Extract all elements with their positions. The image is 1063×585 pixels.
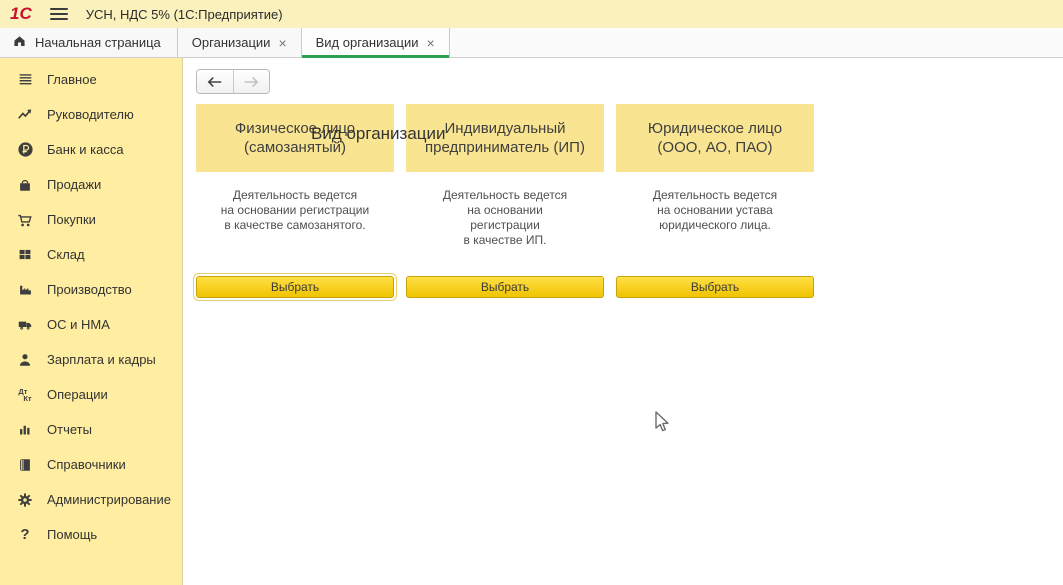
bar-chart-icon [14,421,36,439]
gear-icon [14,491,36,509]
sidebar-item-bank[interactable]: Банк и касса [0,132,182,167]
card-legal-entity: Юридическое лицо (ООО, АО, ПАО) Деятельн… [616,104,814,298]
sidebar-item-label: Банк и касса [47,142,124,157]
history-nav [196,69,270,94]
card-description: Деятельность ведется на основании устава… [616,172,814,276]
trend-chart-icon [14,106,36,124]
question-mark-icon: ? [14,526,36,544]
sidebar-item-production[interactable]: Производство [0,272,182,307]
sidebar-item-sales[interactable]: Продажи [0,167,182,202]
debit-credit-icon: ДтКт [14,386,36,404]
tab-organization-type[interactable]: Вид организации × [302,28,450,57]
tab-label: Вид организации [316,35,419,50]
sidebar-item-administration[interactable]: Администрирование [0,482,182,517]
person-icon [14,351,36,369]
select-button[interactable]: Выбрать [616,276,814,298]
page-title: Вид организации [311,124,446,144]
sidebar-item-label: Справочники [47,457,126,472]
tab-label: Начальная страница [35,35,161,50]
ruble-circle-icon [14,141,36,159]
sidebar-item-label: Склад [47,247,85,262]
sidebar-item-label: Операции [47,387,108,402]
1c-logo: 1С [10,4,32,24]
sidebar-item-fixed-assets[interactable]: ОС и НМА [0,307,182,342]
sidebar-item-warehouse[interactable]: Склад [0,237,182,272]
sidebar-item-label: Покупки [47,212,96,227]
main-content: Вид организации Физическое лицо (самозан… [184,59,1063,585]
card-description: Деятельность ведется на основании регист… [406,172,604,276]
app-titlebar: 1С УСН, НДС 5% (1С:Предприятие) [0,0,1063,28]
sidebar-item-help[interactable]: ? Помощь [0,517,182,552]
close-icon[interactable]: × [427,36,435,50]
sidebar-item-label: Зарплата и кадры [47,352,156,367]
sidebar-item-reports[interactable]: Отчеты [0,412,182,447]
factory-icon [14,281,36,299]
select-button[interactable]: Выбрать [406,276,604,298]
sidebar-item-purchases[interactable]: Покупки [0,202,182,237]
back-button[interactable] [197,70,234,93]
sidebar-item-label: Продажи [47,177,101,192]
sidebar-item-label: Руководителю [47,107,134,122]
tab-label: Организации [192,35,271,50]
warehouse-blocks-icon [14,246,36,264]
forward-button[interactable] [234,70,270,93]
sidebar-item-label: Помощь [47,527,97,542]
tab-organizations[interactable]: Организации × [178,28,302,57]
main-menu-icon [14,71,36,89]
truck-icon [14,316,36,334]
sidebar-item-main[interactable]: Главное [0,62,182,97]
tab-bar: Начальная страница Организации × Вид орг… [0,28,1063,58]
book-icon [14,456,36,474]
close-icon[interactable]: × [278,36,286,50]
sidebar-item-label: Производство [47,282,132,297]
shopping-bag-icon [14,176,36,194]
sidebar-item-operations[interactable]: ДтКт Операции [0,377,182,412]
sidebar-item-payroll[interactable]: Зарплата и кадры [0,342,182,377]
sidebar-item-label: Отчеты [47,422,92,437]
window-title: УСН, НДС 5% (1С:Предприятие) [86,7,283,22]
sidebar-item-label: Администрирование [47,492,171,507]
shopping-cart-icon [14,211,36,229]
select-button[interactable]: Выбрать [196,276,394,298]
card-title: Юридическое лицо (ООО, АО, ПАО) [616,104,814,172]
sidebar-item-label: ОС и НМА [47,317,110,332]
sidebar-menu: Главное Руководителю Банк и касса Продаж… [0,58,183,585]
home-icon [12,34,27,51]
sidebar-item-manager[interactable]: Руководителю [0,97,182,132]
tab-home[interactable]: Начальная страница [0,28,178,57]
hamburger-menu-icon[interactable] [50,8,68,20]
sidebar-item-label: Главное [47,72,97,87]
sidebar-item-directories[interactable]: Справочники [0,447,182,482]
card-description: Деятельность ведется на основании регист… [196,172,394,276]
